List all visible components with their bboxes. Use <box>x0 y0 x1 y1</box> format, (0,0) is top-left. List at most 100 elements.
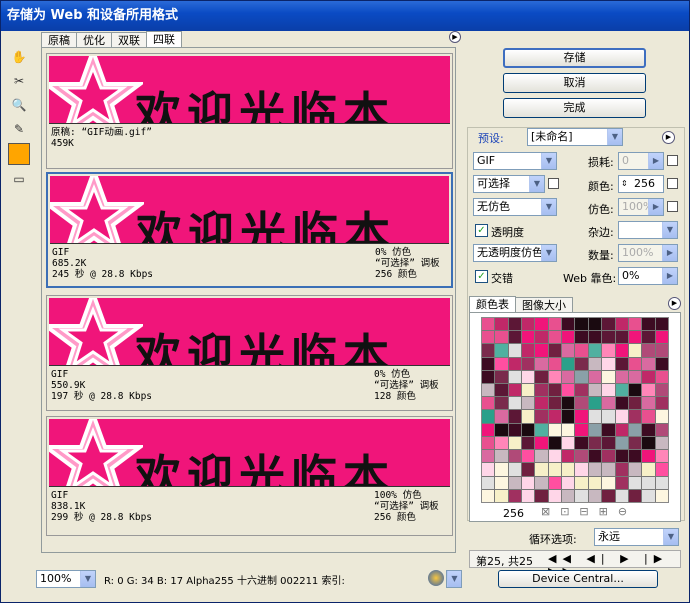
color-swatch[interactable] <box>482 397 495 410</box>
color-swatch[interactable] <box>495 397 508 410</box>
color-swatch[interactable] <box>495 436 508 450</box>
color-swatch[interactable] <box>482 370 495 384</box>
color-swatch[interactable] <box>628 476 642 489</box>
color-swatch[interactable] <box>615 423 628 436</box>
color-swatch[interactable] <box>655 331 668 344</box>
color-swatch[interactable] <box>482 476 495 489</box>
transparency-checkbox[interactable]: ✓ <box>475 224 488 237</box>
color-swatch[interactable] <box>655 410 668 423</box>
color-swatch[interactable] <box>602 450 615 463</box>
color-swatch[interactable] <box>575 450 588 463</box>
color-swatch[interactable] <box>655 397 668 410</box>
color-swatch[interactable] <box>642 397 655 410</box>
color-swatch[interactable] <box>575 463 588 476</box>
matte-select[interactable]: ▼ <box>618 221 678 239</box>
color-swatch[interactable] <box>495 344 508 357</box>
color-swatch[interactable] <box>588 436 602 450</box>
color-swatch[interactable] <box>655 476 668 489</box>
dither-field[interactable]: 100% ▶ <box>618 198 664 216</box>
loop-select[interactable]: 永远 ▼ <box>594 528 679 546</box>
color-swatch[interactable] <box>602 344 615 357</box>
tab-color-table[interactable]: 颜色表 <box>469 296 516 313</box>
color-swatch[interactable] <box>548 370 562 384</box>
color-swatch[interactable] <box>482 344 495 357</box>
color-swatch[interactable] <box>642 357 655 370</box>
color-swatch[interactable] <box>508 476 522 489</box>
color-swatch[interactable] <box>628 318 642 331</box>
color-swatch[interactable] <box>575 489 588 502</box>
color-swatch[interactable] <box>575 476 588 489</box>
color-swatch[interactable] <box>562 436 575 450</box>
lossy-field[interactable]: 0 ▶ <box>618 152 664 170</box>
color-swatch[interactable] <box>628 423 642 436</box>
color-swatch[interactable] <box>562 318 575 331</box>
color-swatch[interactable] <box>522 489 535 502</box>
color-swatch[interactable] <box>548 463 562 476</box>
color-swatch[interactable] <box>602 397 615 410</box>
color-swatch[interactable] <box>642 370 655 384</box>
color-swatch[interactable] <box>562 410 575 423</box>
color-swatch[interactable] <box>508 489 522 502</box>
color-swatch[interactable] <box>482 450 495 463</box>
color-swatch[interactable] <box>495 331 508 344</box>
color-swatch[interactable] <box>562 357 575 370</box>
color-swatch[interactable] <box>575 370 588 384</box>
color-swatch[interactable] <box>602 423 615 436</box>
color-swatch[interactable] <box>615 370 628 384</box>
color-table-actions[interactable]: ⊠⊡⊟⊞⊖ <box>541 505 637 518</box>
color-swatch[interactable] <box>495 450 508 463</box>
toggle-slices-icon[interactable]: ▭ <box>7 169 31 189</box>
color-swatch[interactable] <box>535 423 548 436</box>
color-swatch[interactable] <box>562 476 575 489</box>
color-swatch[interactable] <box>602 384 615 397</box>
color-swatch[interactable] <box>628 450 642 463</box>
color-swatch[interactable] <box>522 436 535 450</box>
color-swatch[interactable] <box>628 436 642 450</box>
color-swatch[interactable] <box>482 436 495 450</box>
color-swatch[interactable] <box>588 489 602 502</box>
color-swatch[interactable] <box>562 423 575 436</box>
color-swatch[interactable] <box>495 463 508 476</box>
color-swatch[interactable] <box>495 476 508 489</box>
color-swatch[interactable] <box>588 463 602 476</box>
color-swatch[interactable] <box>642 489 655 502</box>
color-swatch[interactable] <box>615 344 628 357</box>
format-select[interactable]: GIF ▼ <box>473 152 557 170</box>
color-table-menu-icon[interactable]: ▶ <box>668 297 681 310</box>
color-swatch[interactable] <box>548 450 562 463</box>
color-swatch[interactable] <box>548 436 562 450</box>
color-swatch[interactable] <box>602 331 615 344</box>
color-swatch[interactable] <box>575 436 588 450</box>
stepper-icon[interactable]: ⇕ <box>621 176 628 192</box>
color-swatch[interactable] <box>495 357 508 370</box>
color-swatch[interactable] <box>602 489 615 502</box>
color-swatch[interactable] <box>495 489 508 502</box>
reduction-mask-icon[interactable] <box>548 178 559 189</box>
color-swatch[interactable] <box>522 331 535 344</box>
color-swatch[interactable] <box>588 423 602 436</box>
color-swatch[interactable] <box>548 384 562 397</box>
web-snap-field[interactable]: 0% ▶ <box>618 267 678 285</box>
color-swatch[interactable] <box>655 318 668 331</box>
color-swatch[interactable] <box>588 397 602 410</box>
tab-2up[interactable]: 双联 <box>111 32 147 48</box>
color-swatch[interactable] <box>615 357 628 370</box>
color-swatch[interactable] <box>615 476 628 489</box>
color-swatch[interactable] <box>495 384 508 397</box>
color-swatch[interactable] <box>535 436 548 450</box>
preview-pane-3[interactable]: 欢迎光临本 GIF 838.1K 299 秒 @ 28.8 Kbps 100% 仿色… <box>46 416 453 536</box>
color-swatch[interactable] <box>508 344 522 357</box>
color-swatch[interactable] <box>535 410 548 423</box>
color-swatch[interactable] <box>548 318 562 331</box>
eyedropper-tool-icon[interactable]: ✎ <box>7 119 31 139</box>
preset-select[interactable]: [未命名] ▼ <box>527 128 623 146</box>
amount-field[interactable]: 100% ▶ <box>618 244 678 262</box>
lossy-mask-icon[interactable] <box>667 155 678 166</box>
color-swatch[interactable] <box>655 344 668 357</box>
color-swatch[interactable] <box>522 357 535 370</box>
tab-image-size[interactable]: 图像大小 <box>515 297 573 313</box>
color-swatch[interactable] <box>615 331 628 344</box>
color-swatch[interactable] <box>508 357 522 370</box>
slice-select-tool-icon[interactable]: ✂ <box>7 71 31 91</box>
color-swatch[interactable] <box>602 410 615 423</box>
